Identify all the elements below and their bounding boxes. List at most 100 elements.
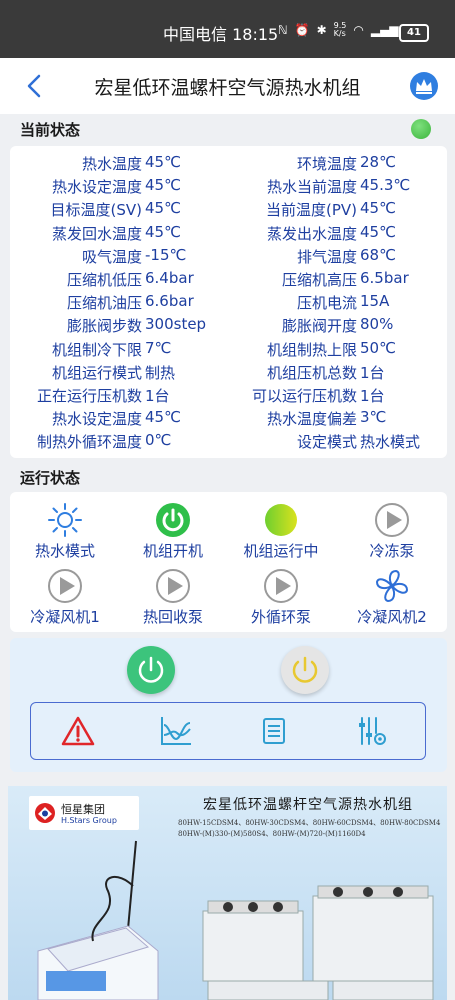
param-value: 80% xyxy=(360,315,394,334)
param-value: 0℃ xyxy=(145,431,172,450)
param-row: 压缩机低压 6.4bar 压缩机高压 6.5bar xyxy=(10,266,447,289)
param-label: 机组运行模式 xyxy=(51,363,142,382)
run-item-condenser-fan-1: 冷凝风机1 xyxy=(10,568,120,627)
status-icons: ℕ ⏰ ✱ 9.5 K/s ◠ ▂▄▆ xyxy=(278,22,399,38)
param-value: 300step xyxy=(145,315,207,334)
battery-icon: 41 xyxy=(399,24,429,42)
param-row: 蒸发回水温度 45℃ 蒸发出水温度 45℃ xyxy=(10,220,447,243)
bluetooth-icon: ✱ xyxy=(316,23,327,37)
run-item-label: 机组运行中 xyxy=(243,542,319,560)
run-item-hot-water-mode: 热水模式 xyxy=(10,502,120,561)
param-row: 目标温度(SV) 45℃ 当前温度(PV) 45℃ xyxy=(10,196,447,219)
current-status-label: 当前状态 xyxy=(20,121,81,139)
param-value: 50℃ xyxy=(360,338,396,357)
param-row: 热水设定温度 45℃ 热水当前温度 45.3℃ xyxy=(10,173,447,196)
nfc-icon: ℕ xyxy=(278,23,288,37)
sun-icon xyxy=(48,503,82,537)
alarm-clock-icon: ⏰ xyxy=(294,23,310,37)
back-arrow-icon[interactable] xyxy=(22,72,46,100)
carrier-time: 中国电信 18:15 xyxy=(163,25,279,44)
param-row: 制热外循环温度 0℃ 设定模式 热水模式 xyxy=(10,428,447,451)
status-bar: 中国电信 18:15 ℕ ⏰ ✱ 9.5 K/s ◠ ▂▄▆ 41 xyxy=(0,0,455,58)
signal-icon: ▂▄▆ xyxy=(370,23,399,37)
param-value: 45℃ xyxy=(145,199,181,218)
power-on-button[interactable] xyxy=(127,646,175,694)
run-item-label: 外循环泵 xyxy=(250,608,311,626)
play-icon xyxy=(264,569,298,603)
settings-sliders-icon[interactable] xyxy=(355,715,389,747)
param-value: 28℃ xyxy=(360,153,396,171)
product-illustration xyxy=(37,840,434,1000)
param-label: 压缩机高压 xyxy=(281,271,357,289)
run-item-label: 冷凝风机1 xyxy=(30,608,100,626)
param-label: 蒸发回水温度 xyxy=(51,224,142,243)
run-item-outer-circulation-pump: 外循环泵 xyxy=(226,568,336,627)
param-value: 45℃ xyxy=(360,222,396,241)
param-row: 机组运行模式 制热 机组压机总数 1台 xyxy=(10,359,447,382)
list-icon[interactable] xyxy=(257,715,291,747)
param-value: 6.5bar xyxy=(360,269,409,287)
param-label: 膨胀阀步数 xyxy=(66,317,142,336)
product-banner[interactable]: 恒星集团 H.Stars Group 宏星低环温螺杆空气源热水机组 80HW-1… xyxy=(8,786,447,1000)
param-label: 排气温度 xyxy=(296,247,357,266)
param-label: 压缩机低压 xyxy=(66,271,142,289)
param-row: 膨胀阀步数 300step 膨胀阀开度 80% xyxy=(10,312,447,335)
run-item-label: 机组开机 xyxy=(142,542,203,560)
param-value: 45℃ xyxy=(145,408,181,427)
param-value: 45.3℃ xyxy=(360,176,411,195)
param-label: 膨胀阀开度 xyxy=(281,317,357,336)
online-indicator xyxy=(411,119,431,139)
chart-icon[interactable] xyxy=(159,715,193,747)
company-logo-icon xyxy=(35,803,55,823)
wifi-icon: ◠ xyxy=(353,23,364,37)
param-value: 45℃ xyxy=(145,176,181,195)
play-icon xyxy=(156,569,190,603)
param-value: 6.6bar xyxy=(145,292,194,311)
play-icon xyxy=(375,503,409,537)
power-on-icon xyxy=(156,503,190,537)
param-value: 15A xyxy=(360,292,390,311)
tool-bar xyxy=(30,702,426,760)
param-label: 压缩机油压 xyxy=(66,294,142,313)
param-label: 热水设定温度 xyxy=(51,178,142,197)
param-label: 压机电流 xyxy=(296,294,357,313)
param-label: 正在运行压机数 xyxy=(36,387,142,405)
fan-icon xyxy=(375,569,409,603)
alarm-icon[interactable] xyxy=(61,715,95,747)
param-label: 热水设定温度 xyxy=(51,410,142,429)
param-label: 机组制热上限 xyxy=(266,340,357,359)
run-item-label: 冷冻泵 xyxy=(369,542,415,560)
param-row: 热水温度 45℃ 环境温度 28℃ xyxy=(10,150,447,173)
param-value: 45℃ xyxy=(360,199,396,218)
param-value: 45℃ xyxy=(145,222,181,241)
run-status-card: 热水模式 机组开机 机组运行中 冷冻泵 冷凝风机1 热回收泵 外循环泵 冷凝风机… xyxy=(10,492,447,632)
crown-icon[interactable] xyxy=(409,71,439,101)
param-value: 3℃ xyxy=(360,408,387,427)
banner-models-line-1: 80HW-15CDSM4、80HW-30CDSM4、80HW-60CDSM4、8… xyxy=(178,819,441,827)
param-row: 机组制冷下限 7℃ 机组制热上限 50℃ xyxy=(10,336,447,359)
param-value: 1台 xyxy=(360,363,385,382)
param-label: 环境温度 xyxy=(296,155,357,173)
power-off-button[interactable] xyxy=(281,646,329,694)
run-item-label: 热回收泵 xyxy=(142,608,203,626)
param-value: 1台 xyxy=(145,387,170,405)
battery-level: 41 xyxy=(407,27,421,38)
app-header: 宏星低环温螺杆空气源热水机组 xyxy=(0,58,455,114)
run-item-heat-recovery-pump: 热回收泵 xyxy=(118,568,228,627)
param-row: 吸气温度 -15℃ 排气温度 68℃ xyxy=(10,243,447,266)
param-label: 热水当前温度 xyxy=(266,178,357,197)
param-label: 当前温度(PV) xyxy=(265,201,357,220)
power-icon xyxy=(292,656,318,683)
param-label: 热水温度偏差 xyxy=(266,410,357,429)
param-label: 蒸发出水温度 xyxy=(266,224,357,243)
run-item-unit-on: 机组开机 xyxy=(118,502,228,561)
play-icon xyxy=(48,569,82,603)
param-row: 热水设定温度 45℃ 热水温度偏差 3℃ xyxy=(10,405,447,428)
company-logo: 恒星集团 H.Stars Group xyxy=(29,796,139,830)
param-value: 68℃ xyxy=(360,245,396,264)
run-item-chilled-pump: 冷冻泵 xyxy=(337,502,447,561)
param-label: 目标温度(SV) xyxy=(50,201,143,220)
run-status-label: 运行状态 xyxy=(20,469,81,487)
param-value: 6.4bar xyxy=(145,269,194,287)
param-value: -15℃ xyxy=(145,245,187,264)
